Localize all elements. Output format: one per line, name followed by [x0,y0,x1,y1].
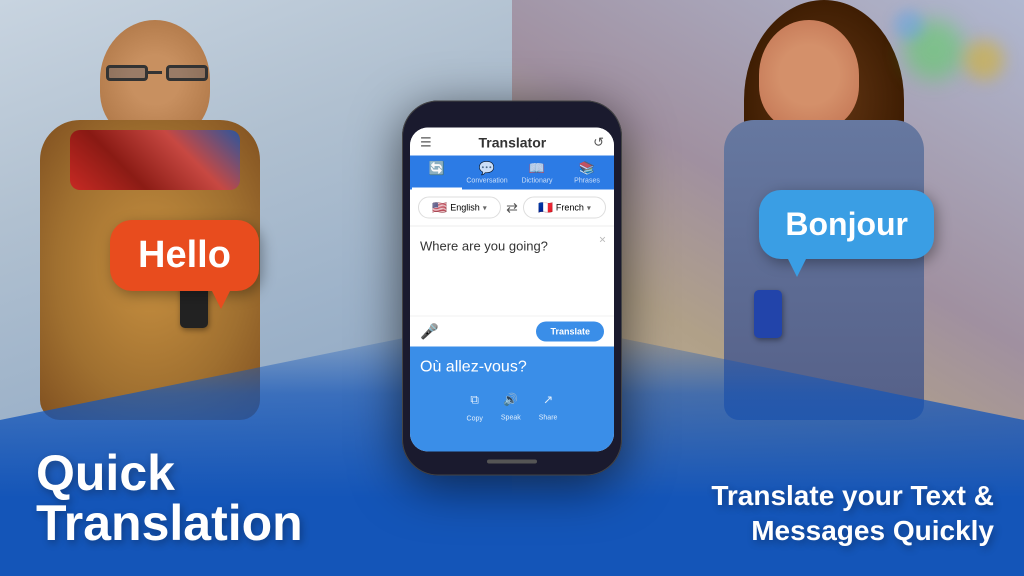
copy-action[interactable]: ⧉ Copy [467,393,483,426]
app-header: ☰ Translator ↺ [410,128,614,156]
tab-dictionary[interactable]: 📖 Dictionary [512,156,562,190]
bottom-text-left: Quick Translation [36,448,303,548]
target-flag: 🇫🇷 [538,201,553,215]
quick-label: Quick [36,448,303,498]
output-text: Où allez-vous? [420,359,604,377]
app-tabs: 🔄 💬 Conversation 📖 Dictionary 📚 Phrases [410,156,614,190]
source-flag: 🇺🇸 [432,201,447,215]
mic-row: 🎤 Translate [410,317,614,347]
output-actions: ⧉ Copy 🔊 Speak ↗ Share [420,393,604,426]
bottom-text-right: Translate your Text & Messages Quickly [711,478,994,548]
speech-bubble-bonjour: Bonjour [759,190,934,259]
history-icon[interactable]: ↺ [593,135,604,151]
input-text: Where are you going? [420,237,604,257]
tab-translate[interactable]: 🔄 [412,156,462,190]
share-action[interactable]: ↗ Share [539,393,558,426]
speak-action[interactable]: 🔊 Speak [501,393,521,426]
phone-outer: ☰ Translator ↺ 🔄 💬 Conversation 📖 Dictio… [402,101,622,476]
close-button[interactable]: × [599,233,606,247]
mic-icon[interactable]: 🎤 [420,323,439,341]
translate-button[interactable]: Translate [536,322,604,342]
source-lang-label: English [450,203,480,213]
output-area: Où allez-vous? ⧉ Copy 🔊 Speak ↗ Share [410,347,614,452]
hamburger-icon[interactable]: ☰ [420,135,432,151]
target-language-button[interactable]: 🇫🇷 French ▾ [523,197,606,219]
language-bar: 🇺🇸 English ▾ ⇄ 🇫🇷 French ▾ [410,190,614,227]
speech-bubble-hello: Hello [110,220,259,291]
phone-notch [485,113,540,122]
source-language-button[interactable]: 🇺🇸 English ▾ [418,197,501,219]
translation-label: Translation [36,498,303,548]
phone-home-indicator [487,460,537,464]
tab-conversation[interactable]: 💬 Conversation [462,156,512,190]
translate-text-line1: Translate your Text & [711,478,994,513]
app-title: Translator [479,135,547,151]
swap-languages-icon[interactable]: ⇄ [506,199,518,216]
tab-phrases[interactable]: 📚 Phrases [562,156,612,190]
phone-screen: ☰ Translator ↺ 🔄 💬 Conversation 📖 Dictio… [410,128,614,452]
target-lang-label: French [556,203,584,213]
input-area: × Where are you going? [410,227,614,317]
phone-wrapper: ☰ Translator ↺ 🔄 💬 Conversation 📖 Dictio… [402,101,622,476]
translate-text-line2: Messages Quickly [711,513,994,548]
